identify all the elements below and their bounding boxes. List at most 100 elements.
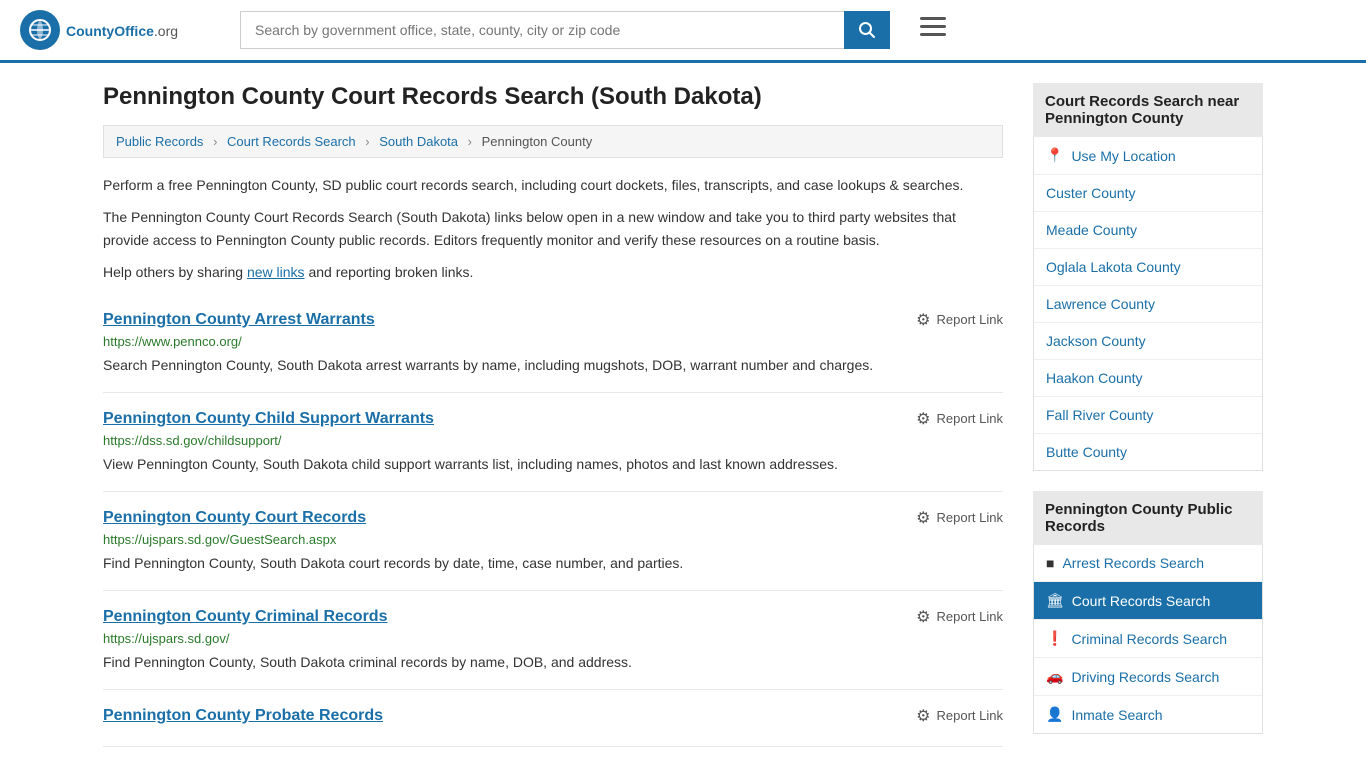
public-records-item-0[interactable]: ■ Arrest Records Search: [1034, 545, 1262, 582]
location-pin-icon: 📍: [1046, 147, 1063, 164]
public-records-icon-3: 🚗: [1046, 668, 1063, 685]
public-records-item-3[interactable]: 🚗 Driving Records Search: [1034, 658, 1262, 696]
search-icon: [858, 21, 876, 39]
description-3: Help others by sharing new links and rep…: [103, 261, 1003, 283]
search-area: [240, 11, 890, 49]
result-title-1[interactable]: Pennington County Child Support Warrants: [103, 410, 434, 428]
result-title-0[interactable]: Pennington County Arrest Warrants: [103, 311, 375, 329]
nearby-county-item-3[interactable]: Lawrence County: [1034, 286, 1262, 323]
nearby-county-link-3[interactable]: Lawrence County: [1046, 296, 1155, 312]
logo-text: CountyOffice.org: [66, 19, 178, 42]
nearby-county-item-5[interactable]: Haakon County: [1034, 360, 1262, 397]
search-input[interactable]: [240, 11, 844, 49]
page-title: Pennington County Court Records Search (…: [103, 83, 1003, 111]
result-item: Pennington County Arrest Warrants ⚙ Repo…: [103, 294, 1003, 393]
report-label-3: Report Link: [937, 609, 1003, 624]
nearby-county-item-6[interactable]: Fall River County: [1034, 397, 1262, 434]
public-records-header: Pennington County Public Records: [1033, 491, 1263, 545]
report-icon-4: ⚙: [916, 706, 930, 726]
logo-icon: [20, 10, 60, 50]
main-container: Pennington County Court Records Search (…: [83, 63, 1283, 774]
nearby-county-link-2[interactable]: Oglala Lakota County: [1046, 259, 1181, 275]
result-header: Pennington County Child Support Warrants…: [103, 409, 1003, 429]
public-records-link-1[interactable]: Court Records Search: [1072, 593, 1211, 609]
breadcrumb-south-dakota[interactable]: South Dakota: [379, 134, 458, 149]
report-link-2[interactable]: ⚙ Report Link: [916, 508, 1003, 528]
logo-area[interactable]: CountyOffice.org: [20, 10, 220, 50]
result-item: Pennington County Criminal Records ⚙ Rep…: [103, 591, 1003, 690]
result-item: Pennington County Probate Records ⚙ Repo…: [103, 690, 1003, 747]
use-my-location-item[interactable]: 📍 Use My Location: [1034, 137, 1262, 175]
breadcrumb-public-records[interactable]: Public Records: [116, 134, 203, 149]
nearby-county-link-1[interactable]: Meade County: [1046, 222, 1137, 238]
sidebar: Court Records Search near Pennington Cou…: [1033, 83, 1263, 754]
result-title-4[interactable]: Pennington County Probate Records: [103, 707, 383, 725]
nearby-county-link-6[interactable]: Fall River County: [1046, 407, 1153, 423]
report-link-0[interactable]: ⚙ Report Link: [916, 310, 1003, 330]
result-desc-0: Search Pennington County, South Dakota a…: [103, 355, 1003, 376]
search-button[interactable]: [844, 11, 890, 49]
report-link-3[interactable]: ⚙ Report Link: [916, 607, 1003, 627]
result-url-2: https://ujspars.sd.gov/GuestSearch.aspx: [103, 532, 1003, 547]
nearby-county-item-7[interactable]: Butte County: [1034, 434, 1262, 470]
public-records-section: Pennington County Public Records ■ Arres…: [1033, 491, 1263, 734]
breadcrumb-court-records-search[interactable]: Court Records Search: [227, 134, 356, 149]
description-1: Perform a free Pennington County, SD pub…: [103, 174, 1003, 196]
result-header: Pennington County Probate Records ⚙ Repo…: [103, 706, 1003, 726]
public-records-icon-0: ■: [1046, 555, 1054, 571]
result-title-3[interactable]: Pennington County Criminal Records: [103, 608, 387, 626]
public-records-link-3[interactable]: Driving Records Search: [1071, 669, 1219, 685]
result-item: Pennington County Court Records ⚙ Report…: [103, 492, 1003, 591]
nearby-section: Court Records Search near Pennington Cou…: [1033, 83, 1263, 471]
report-label-2: Report Link: [937, 510, 1003, 525]
public-records-list: ■ Arrest Records Search 🏛 Court Records …: [1033, 545, 1263, 734]
nearby-header: Court Records Search near Pennington Cou…: [1033, 83, 1263, 137]
nearby-county-item-4[interactable]: Jackson County: [1034, 323, 1262, 360]
site-header: CountyOffice.org: [0, 0, 1366, 63]
nearby-county-item-0[interactable]: Custer County: [1034, 175, 1262, 212]
report-icon-3: ⚙: [916, 607, 930, 627]
nearby-county-item-1[interactable]: Meade County: [1034, 212, 1262, 249]
hamburger-icon: [920, 17, 946, 37]
nearby-counties-container: Custer County Meade County Oglala Lakota C…: [1034, 175, 1262, 470]
result-url-3: https://ujspars.sd.gov/: [103, 631, 1003, 646]
result-header: Pennington County Criminal Records ⚙ Rep…: [103, 607, 1003, 627]
nearby-county-item-2[interactable]: Oglala Lakota County: [1034, 249, 1262, 286]
public-records-item-2[interactable]: ❗ Criminal Records Search: [1034, 620, 1262, 658]
report-icon-1: ⚙: [916, 409, 930, 429]
content-area: Pennington County Court Records Search (…: [103, 83, 1003, 754]
report-icon-2: ⚙: [916, 508, 930, 528]
public-records-item-4[interactable]: 👤 Inmate Search: [1034, 696, 1262, 733]
report-link-4[interactable]: ⚙ Report Link: [916, 706, 1003, 726]
nearby-county-link-0[interactable]: Custer County: [1046, 185, 1135, 201]
report-label-0: Report Link: [937, 312, 1003, 327]
breadcrumb: Public Records › Court Records Search › …: [103, 125, 1003, 158]
report-label-4: Report Link: [937, 708, 1003, 723]
public-records-icon-2: ❗: [1046, 630, 1063, 647]
result-url-0: https://www.pennco.org/: [103, 334, 1003, 349]
new-links-link[interactable]: new links: [247, 264, 305, 280]
public-records-icon-1: 🏛: [1046, 592, 1064, 609]
use-my-location-link[interactable]: Use My Location: [1071, 148, 1175, 164]
result-url-1: https://dss.sd.gov/childsupport/: [103, 433, 1003, 448]
nearby-county-link-5[interactable]: Haakon County: [1046, 370, 1143, 386]
report-label-1: Report Link: [937, 411, 1003, 426]
report-link-1[interactable]: ⚙ Report Link: [916, 409, 1003, 429]
public-records-link-0[interactable]: Arrest Records Search: [1062, 555, 1204, 571]
public-records-link-4[interactable]: Inmate Search: [1071, 707, 1162, 723]
result-header: Pennington County Court Records ⚙ Report…: [103, 508, 1003, 528]
report-icon-0: ⚙: [916, 310, 930, 330]
nearby-county-link-4[interactable]: Jackson County: [1046, 333, 1146, 349]
nearby-list: 📍 Use My Location Custer County Meade Cou…: [1033, 137, 1263, 471]
public-records-container: ■ Arrest Records Search 🏛 Court Records …: [1034, 545, 1262, 733]
result-header: Pennington County Arrest Warrants ⚙ Repo…: [103, 310, 1003, 330]
nearby-county-link-7[interactable]: Butte County: [1046, 444, 1127, 460]
breadcrumb-current: Pennington County: [482, 134, 593, 149]
result-desc-1: View Pennington County, South Dakota chi…: [103, 454, 1003, 475]
result-title-2[interactable]: Pennington County Court Records: [103, 509, 366, 527]
public-records-item-1[interactable]: 🏛 Court Records Search: [1034, 582, 1262, 620]
menu-button[interactable]: [920, 17, 946, 43]
public-records-icon-4: 👤: [1046, 706, 1063, 723]
results-container: Pennington County Arrest Warrants ⚙ Repo…: [103, 294, 1003, 747]
public-records-link-2[interactable]: Criminal Records Search: [1071, 631, 1227, 647]
